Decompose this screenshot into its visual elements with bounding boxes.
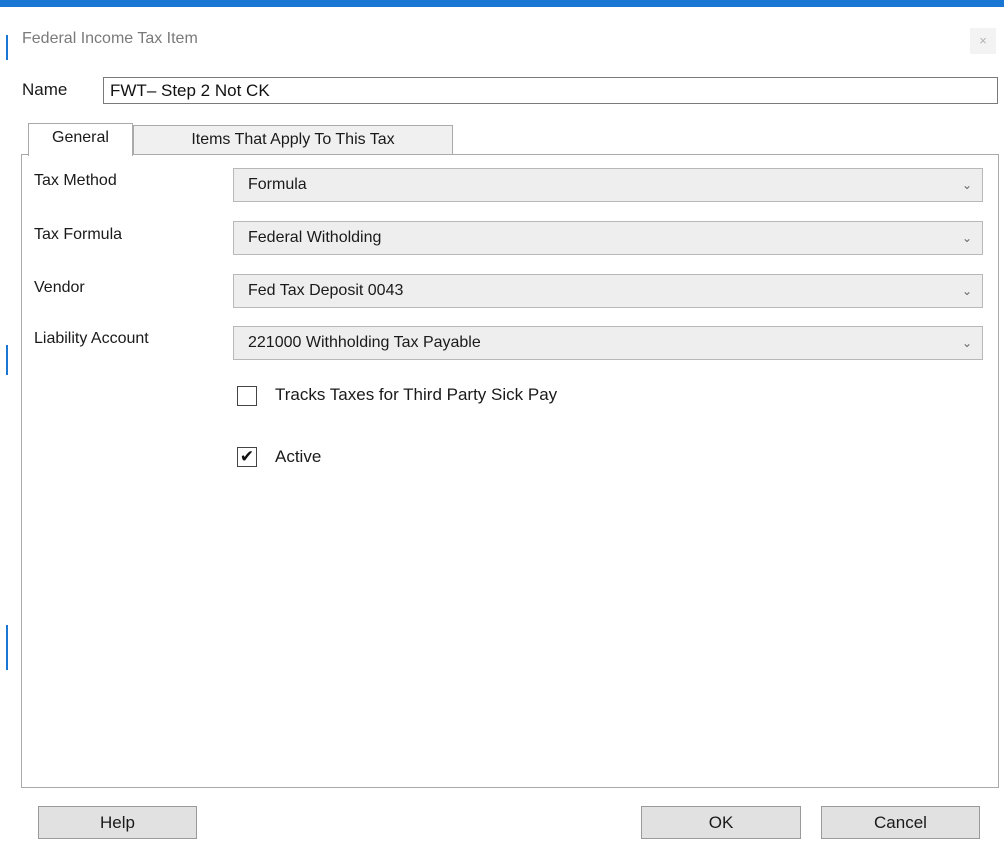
chevron-down-icon: ⌄ — [961, 231, 972, 245]
chevron-down-icon: ⌄ — [961, 336, 972, 350]
name-input[interactable] — [103, 77, 998, 104]
federal-income-tax-item-dialog: Federal Income Tax Item × Name General I… — [0, 0, 1004, 847]
liability-account-value: 221000 Withholding Tax Payable — [248, 334, 481, 351]
chevron-down-icon: ⌄ — [961, 178, 972, 192]
tax-formula-value: Federal Witholding — [248, 229, 382, 246]
help-button[interactable]: Help — [38, 806, 197, 839]
tab-general[interactable]: General — [28, 123, 133, 156]
checkmark-icon: ✔ — [239, 447, 255, 466]
liability-account-label: Liability Account — [34, 330, 149, 347]
tax-formula-label: Tax Formula — [34, 226, 123, 243]
ok-button[interactable]: OK — [641, 806, 801, 839]
tax-formula-select[interactable]: Federal Witholding ⌄ — [233, 221, 983, 255]
vendor-label: Vendor — [34, 279, 85, 296]
active-label: Active — [275, 447, 322, 466]
tab-items-that-apply[interactable]: Items That Apply To This Tax — [133, 125, 453, 155]
cancel-button[interactable]: Cancel — [821, 806, 980, 839]
tax-method-select[interactable]: Formula ⌄ — [233, 168, 983, 202]
tax-method-label: Tax Method — [34, 172, 117, 189]
name-label: Name — [22, 80, 68, 99]
vendor-select[interactable]: Fed Tax Deposit 0043 ⌄ — [233, 274, 983, 308]
window-top-accent — [0, 0, 1004, 7]
close-icon: × — [979, 33, 987, 48]
third-party-sick-pay-label: Tracks Taxes for Third Party Sick Pay — [275, 385, 558, 404]
chevron-down-icon: ⌄ — [961, 284, 972, 298]
dialog-title: Federal Income Tax Item — [22, 30, 198, 47]
third-party-sick-pay-checkbox[interactable] — [237, 386, 257, 406]
active-checkbox[interactable]: ✔ — [237, 447, 257, 467]
liability-account-select[interactable]: 221000 Withholding Tax Payable ⌄ — [233, 326, 983, 360]
close-button[interactable]: × — [970, 28, 996, 54]
tax-method-value: Formula — [248, 176, 307, 193]
vendor-value: Fed Tax Deposit 0043 — [248, 282, 404, 299]
